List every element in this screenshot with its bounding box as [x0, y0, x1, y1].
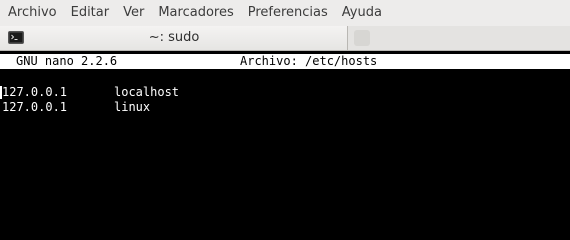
host-ip: 127.0.0.1: [2, 100, 68, 114]
menu-marcadores[interactable]: Marcadores: [151, 0, 240, 26]
tab-bar: ~: sudo: [0, 26, 570, 51]
menu-archivo[interactable]: Archivo: [0, 0, 64, 26]
menu-editar[interactable]: Editar: [64, 0, 117, 26]
menu-ver[interactable]: Ver: [116, 0, 151, 26]
nano-file-label: Archivo: /etc/hosts: [240, 54, 378, 68]
host-name: localhost: [114, 85, 180, 99]
file-line: 127.0.0.1 localhost: [0, 85, 179, 100]
menu-bar: Archivo Editar Ver Marcadores Preferenci…: [0, 0, 570, 26]
nano-version: GNU nano 2.2.6: [16, 54, 118, 68]
tab-close-button[interactable]: [354, 30, 370, 46]
terminal-area[interactable]: GNU nano 2.2.6 Archivo: /etc/hosts 127.0…: [0, 51, 570, 200]
tab-sudo[interactable]: ~: sudo: [0, 26, 348, 50]
host-ip: 127.0.0.1: [2, 85, 68, 99]
tab-title: ~: sudo: [148, 30, 200, 45]
terminal-window: Archivo Editar Ver Marcadores Preferenci…: [0, 0, 570, 200]
file-line: 127.0.0.1 linux: [0, 100, 150, 115]
text-cursor: [0, 86, 2, 99]
menu-ayuda[interactable]: Ayuda: [335, 0, 389, 26]
nano-title-bar: GNU nano 2.2.6 Archivo: /etc/hosts: [0, 54, 570, 69]
menu-preferencias[interactable]: Preferencias: [241, 0, 335, 26]
host-name: linux: [114, 100, 151, 114]
